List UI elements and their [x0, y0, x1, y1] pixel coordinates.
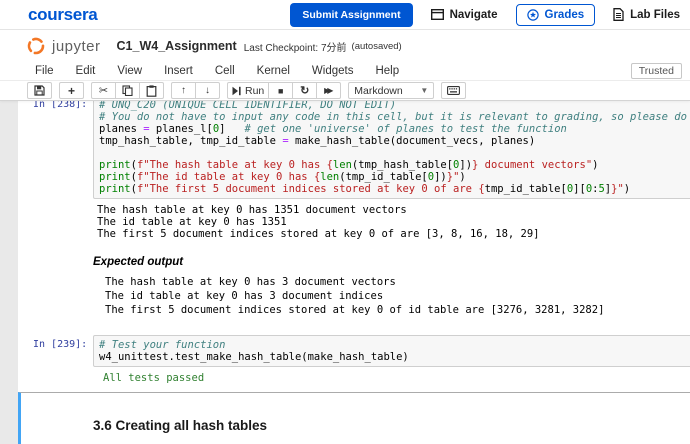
arrow-down-icon: ↓	[205, 85, 210, 96]
file-icon	[613, 8, 624, 21]
menu-bar: File Edit View Insert Cell Kernel Widget…	[0, 62, 690, 81]
markdown-cell-selected[interactable]: 3.6 Creating all hash tables You can now…	[18, 392, 690, 444]
grades-button[interactable]: Grades	[515, 3, 596, 26]
code-editor[interactable]: # Test your function w4_unittest.test_mak…	[93, 335, 690, 367]
arrow-up-icon: ↑	[181, 85, 186, 96]
interrupt-kernel-button[interactable]: ■	[268, 82, 294, 99]
copy-cell-button[interactable]	[115, 82, 140, 99]
cut-icon: ✂	[98, 85, 109, 97]
move-cell-up-button[interactable]: ↑	[171, 82, 196, 99]
paste-icon	[146, 84, 157, 97]
keyboard-icon	[447, 86, 461, 95]
test-result-output: All tests passed	[103, 372, 205, 384]
markdown-cell-expected-output[interactable]: Expected output The hash table at key 0 …	[18, 243, 690, 332]
trusted-badge[interactable]: Trusted	[630, 63, 682, 79]
menu-widgets[interactable]: Widgets	[301, 65, 365, 77]
cut-cell-button[interactable]: ✂	[91, 82, 116, 99]
last-checkpoint-text: Last Checkpoint: 7分前	[243, 42, 347, 54]
copy-icon	[122, 85, 133, 96]
menu-cell[interactable]: Cell	[204, 65, 246, 77]
submit-assignment-button[interactable]: Submit Assignment	[290, 2, 413, 27]
code-editor[interactable]: # UNQ_C20 (UNIQUE CELL IDENTIFIER, DO NO…	[93, 101, 690, 199]
command-palette-button[interactable]	[441, 82, 467, 99]
menu-edit[interactable]: Edit	[65, 65, 107, 77]
section-heading: 3.6 Creating all hash tables	[93, 418, 268, 433]
cell-type-value: Markdown	[354, 84, 403, 97]
cell-list: In [238]: # UNQ_C20 (UNIQUE CELL IDENTIF…	[18, 101, 690, 444]
notebook-toolbar: + ✂ ↑ ↓ Run ■ ↻ ▶▶ Markdown ▼	[0, 81, 690, 101]
coursera-header-actions: Submit Assignment Navigate Grades Lab Fi…	[290, 2, 680, 27]
run-icon	[232, 86, 241, 96]
notebook-left-gutter	[0, 101, 18, 444]
code-cell-2[interactable]: In [239]: # Test your function w4_unittes…	[18, 332, 690, 387]
lab-files-button[interactable]: Lab Files	[613, 8, 680, 21]
medal-star-icon	[526, 8, 539, 21]
prompt-column: In [238]:	[33, 101, 93, 240]
expected-output-heading: Expected output	[93, 256, 184, 268]
jupyter-logo-text[interactable]: jupyter	[52, 38, 101, 55]
cell-output: The hash table at key 0 has 1351 documen…	[97, 204, 540, 240]
input-prompt: In [238]:	[33, 101, 88, 110]
autosaved-text: (autosaved)	[351, 40, 402, 52]
notebook-area[interactable]: In [238]: # UNQ_C20 (UNIQUE CELL IDENTIF…	[0, 101, 690, 444]
menu-view[interactable]: View	[106, 65, 153, 77]
input-prompt: In [239]:	[33, 339, 88, 350]
notebook-title[interactable]: C1_W4_Assignment	[117, 39, 237, 53]
prompt-column: In [239]:	[33, 335, 93, 384]
lab-files-label: Lab Files	[630, 8, 680, 21]
save-icon	[34, 85, 45, 96]
menu-insert[interactable]: Insert	[153, 65, 204, 77]
menu-file[interactable]: File	[24, 65, 65, 77]
cell-type-select[interactable]: Markdown ▼	[348, 82, 435, 99]
navigate-button[interactable]: Navigate	[430, 8, 498, 21]
expected-output-block: The hash table at key 0 has 3 document v…	[105, 276, 605, 316]
lab-window: coursera Submit Assignment Navigate Grad…	[0, 0, 690, 444]
menu-kernel[interactable]: Kernel	[246, 65, 301, 77]
chevron-down-icon: ▼	[420, 86, 429, 95]
fast-forward-icon: ▶▶	[324, 86, 333, 95]
jupyter-logo-icon[interactable]	[26, 36, 46, 56]
run-label: Run	[245, 84, 265, 97]
menu-help[interactable]: Help	[364, 65, 410, 77]
plus-icon: +	[67, 83, 75, 98]
run-cell-button[interactable]: Run	[227, 82, 270, 99]
add-cell-button[interactable]: +	[59, 82, 84, 99]
grades-label: Grades	[544, 8, 585, 21]
prompt-column	[33, 246, 93, 329]
coursera-header: coursera Submit Assignment Navigate Grad…	[0, 0, 690, 30]
stop-icon: ■	[278, 85, 284, 96]
jupyter-header: jupyter C1_W4_Assignment Last Checkpoint…	[0, 30, 690, 62]
prompt-column	[33, 396, 93, 444]
move-cell-down-button[interactable]: ↓	[195, 82, 220, 99]
window-icon	[430, 9, 444, 20]
paste-cell-button[interactable]	[139, 82, 164, 99]
code-cell-1[interactable]: In [238]: # UNQ_C20 (UNIQUE CELL IDENTIF…	[18, 101, 690, 243]
coursera-logo[interactable]: coursera	[28, 5, 98, 25]
restart-run-all-button[interactable]: ▶▶	[316, 82, 342, 99]
restart-kernel-button[interactable]: ↻	[292, 82, 318, 99]
save-button[interactable]	[27, 82, 52, 99]
restart-icon: ↻	[300, 85, 310, 97]
navigate-label: Navigate	[449, 8, 498, 21]
